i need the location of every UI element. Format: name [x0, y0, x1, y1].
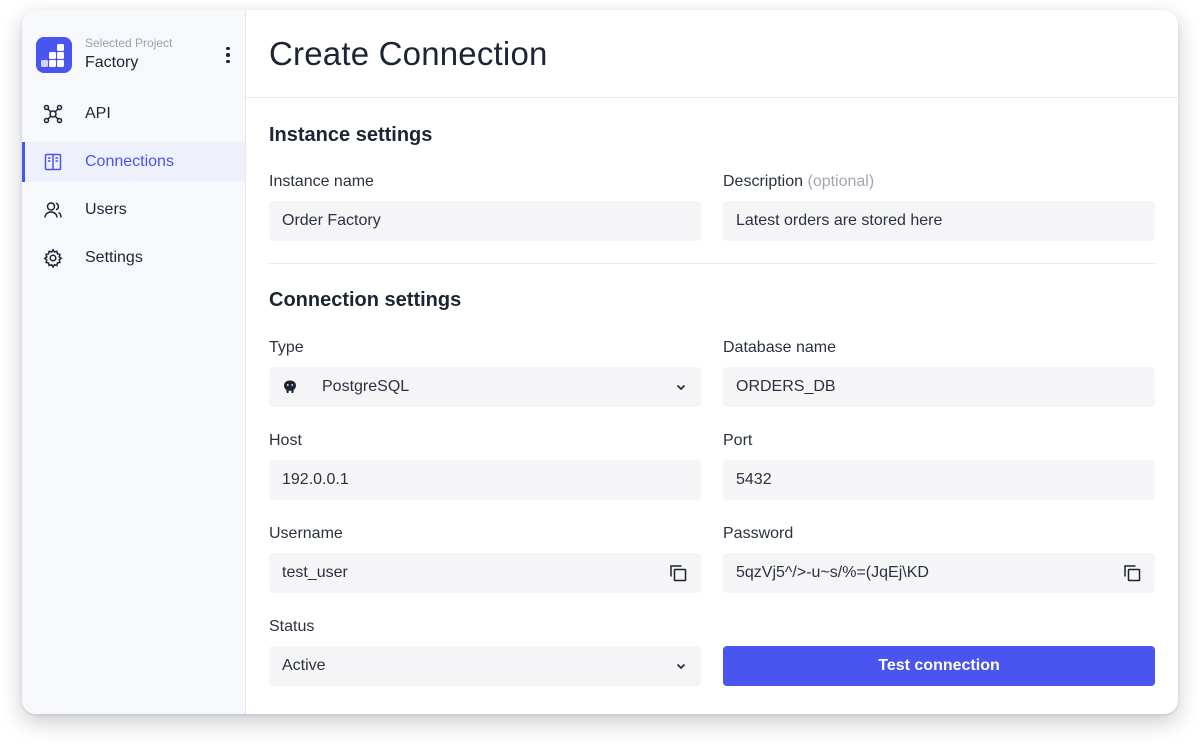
gear-icon — [43, 248, 63, 268]
chevron-down-icon — [674, 380, 688, 394]
form: Instance settings Instance name Order Fa… — [246, 124, 1178, 686]
more-options-icon[interactable] — [220, 43, 236, 67]
type-row: Type PostgreSQL Database name ORDERS_DB — [269, 338, 1155, 407]
optional-hint: (optional) — [807, 173, 875, 190]
port-value: 5432 — [736, 471, 772, 488]
connection-settings-title: Connection settings — [269, 289, 462, 311]
copy-icon[interactable] — [1122, 563, 1142, 583]
port-field[interactable]: 5432 — [723, 460, 1155, 500]
sidebar-item-api[interactable]: API — [22, 94, 245, 134]
sidebar-item-label: Users — [85, 201, 127, 218]
instance-row: Instance name Order Factory Description … — [269, 172, 1155, 241]
database-columns-icon — [43, 152, 63, 172]
sidebar-item-label: Settings — [85, 249, 143, 266]
sidebar-item-settings[interactable]: Settings — [22, 238, 245, 278]
test-connection-button[interactable]: Test connection — [723, 646, 1155, 686]
type-group: Type PostgreSQL — [269, 338, 701, 407]
copy-icon[interactable] — [668, 563, 688, 583]
description-field[interactable]: Latest orders are stored here — [723, 201, 1155, 241]
description-label-text: Description — [723, 173, 804, 190]
users-icon — [43, 200, 63, 220]
database-value: ORDERS_DB — [736, 378, 836, 395]
project-name: Factory — [85, 54, 139, 71]
host-group: Host 192.0.0.1 — [269, 431, 701, 500]
description-group: Description (optional) Latest orders are… — [723, 172, 1155, 241]
type-select[interactable]: PostgreSQL — [269, 367, 701, 407]
database-field[interactable]: ORDERS_DB — [723, 367, 1155, 407]
host-label: Host — [269, 432, 302, 449]
username-group: Username test_user — [269, 524, 701, 593]
host-field[interactable]: 192.0.0.1 — [269, 460, 701, 500]
sidebar-nav: API Connections Users Settings — [22, 94, 245, 286]
database-group: Database name ORDERS_DB — [723, 338, 1155, 407]
password-label: Password — [723, 525, 794, 542]
password-field[interactable]: 5qzVj5^/>-u~s/%=(JqEj\KD — [723, 553, 1155, 593]
project-logo-icon — [36, 37, 72, 73]
status-select[interactable]: Active — [269, 646, 701, 686]
app-window: Selected Project Factory API Connections… — [22, 10, 1178, 714]
port-label: Port — [723, 432, 753, 449]
instance-name-value: Order Factory — [282, 212, 381, 229]
port-group: Port 5432 — [723, 431, 1155, 500]
sidebar-item-connections[interactable]: Connections — [22, 142, 245, 182]
instance-name-group: Instance name Order Factory — [269, 172, 701, 241]
database-label: Database name — [723, 339, 836, 356]
host-row: Host 192.0.0.1 Port 5432 — [269, 431, 1155, 500]
status-row: Status Active Test connection — [269, 617, 1155, 686]
instance-name-label: Instance name — [269, 173, 374, 190]
main-content: Create Connection Instance settings Inst… — [246, 10, 1178, 714]
chevron-down-icon — [674, 659, 688, 673]
username-value: test_user — [282, 564, 348, 581]
host-value: 192.0.0.1 — [282, 471, 349, 488]
sidebar-item-users[interactable]: Users — [22, 190, 245, 230]
sidebar: Selected Project Factory API Connections… — [22, 10, 246, 714]
section-divider — [269, 263, 1155, 264]
username-label: Username — [269, 525, 343, 542]
project-caption: Selected Project — [85, 36, 173, 50]
page-header: Create Connection — [246, 10, 1178, 98]
status-label: Status — [269, 618, 315, 635]
type-label: Type — [269, 339, 304, 356]
sidebar-item-label: Connections — [85, 153, 174, 170]
project-info: Selected Project Factory — [85, 36, 220, 74]
instance-name-field[interactable]: Order Factory — [269, 201, 701, 241]
page-title: Create Connection — [269, 34, 548, 72]
status-group: Status Active — [269, 617, 701, 686]
status-value: Active — [282, 657, 326, 674]
username-field[interactable]: test_user — [269, 553, 701, 593]
password-value: 5qzVj5^/>-u~s/%=(JqEj\KD — [736, 564, 929, 581]
postgresql-elephant-icon — [282, 379, 298, 395]
description-value: Latest orders are stored here — [736, 212, 943, 229]
test-connection-group: Test connection — [723, 617, 1155, 686]
credentials-row: Username test_user Password 5qzVj5^/>-u~… — [269, 524, 1155, 593]
sidebar-item-label: API — [85, 105, 111, 122]
project-selector[interactable]: Selected Project Factory — [36, 36, 236, 74]
type-value: PostgreSQL — [322, 378, 410, 395]
password-group: Password 5qzVj5^/>-u~s/%=(JqEj\KD — [723, 524, 1155, 593]
description-label: Description (optional) — [723, 172, 1155, 192]
api-network-icon — [43, 104, 63, 124]
instance-settings-title: Instance settings — [269, 124, 433, 146]
